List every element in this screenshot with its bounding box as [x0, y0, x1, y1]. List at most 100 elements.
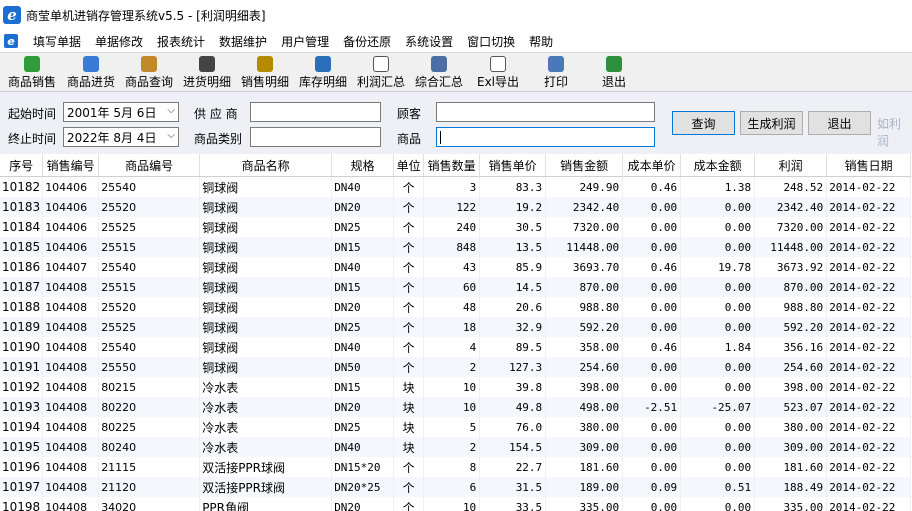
table-row[interactable]: 10186 104407 25540 铜球阀 DN40 个 43 85.9 3693.70 0.4… — [0, 257, 912, 277]
table-row[interactable]: 10191 104408 25550 铜球阀 DN50 个 2 127.3 254.60 0.00… — [0, 357, 912, 377]
table-cell: DN25 — [331, 317, 395, 337]
table-cell: 块 — [393, 377, 425, 397]
sales-button[interactable]: 商品销售 — [4, 54, 60, 90]
filter-exit-button[interactable]: 退出 — [808, 111, 871, 135]
customer-label: 顾客 — [397, 107, 422, 121]
column-header[interactable]: 成本金额 — [680, 154, 756, 177]
column-header[interactable]: 序号 — [0, 154, 44, 177]
column-header[interactable]: 销售日期 — [826, 154, 912, 177]
supplier-label: 供 应 商 — [194, 107, 238, 121]
warehouse-icon — [315, 56, 331, 72]
inventory-detail-button[interactable]: 库存明细 — [295, 54, 351, 90]
menu-help[interactable]: 帮助 — [522, 33, 560, 50]
menu-reports[interactable]: 报表统计 — [150, 33, 212, 50]
printer-icon — [548, 56, 564, 72]
column-header[interactable]: 销售金额 — [545, 154, 624, 177]
supplier-input[interactable] — [250, 102, 381, 122]
table-row[interactable]: 10193 104408 80220 冷水表 DN20 块 10 49.8 498.00 -2.5… — [0, 397, 912, 417]
column-header[interactable]: 销售数量 — [423, 154, 481, 177]
print-button[interactable]: 打印 — [528, 54, 584, 90]
table-cell: 0.00 — [622, 457, 682, 477]
column-header[interactable]: 商品编号 — [98, 154, 201, 177]
table-cell: 32.9 — [479, 317, 547, 337]
query-button[interactable]: 查询 — [672, 111, 735, 135]
table-cell: 10190 — [0, 337, 44, 357]
menu-user-management[interactable]: 用户管理 — [274, 33, 336, 50]
menu-backup-restore[interactable]: 备份还原 — [336, 33, 398, 50]
table-row[interactable]: 10183 104406 25520 铜球阀 DN20 个 122 19.2 2342.40 0.… — [0, 197, 912, 217]
profit-detail-table[interactable]: 序号 销售编号 商品编号 商品名称 规格 单位 销售数量 销售单价 销售金额 成… — [0, 154, 912, 511]
table-cell: 2014-02-22 — [826, 417, 912, 437]
column-header[interactable]: 销售编号 — [42, 154, 100, 177]
table-cell: 铜球阀 — [199, 217, 333, 237]
category-input[interactable] — [250, 127, 381, 147]
table-cell: 83.3 — [479, 176, 547, 197]
table-cell: 848 — [423, 237, 481, 257]
table-cell: 2014-02-22 — [826, 377, 912, 397]
table-cell: 块 — [393, 397, 425, 417]
column-header[interactable]: 单位 — [393, 154, 425, 177]
table-cell: 1.84 — [680, 337, 756, 357]
menu-system-settings[interactable]: 系统设置 — [398, 33, 460, 50]
table-row[interactable]: 10195 104408 80240 冷水表 DN40 块 2 154.5 309.00 0.00… — [0, 437, 912, 457]
start-date-picker[interactable]: 2001年 5月 6日 ⌵ — [63, 102, 179, 122]
table-row[interactable]: 10189 104408 25525 铜球阀 DN25 个 18 32.9 592.20 0.00… — [0, 317, 912, 337]
profit-summary-button[interactable]: 利润汇总 — [353, 54, 409, 90]
column-header[interactable]: 销售单价 — [479, 154, 547, 177]
menu-fill-form[interactable]: 填写单据 — [26, 33, 88, 50]
category-label: 商品类别 — [194, 132, 243, 146]
table-cell: DN15*20 — [331, 457, 395, 477]
chevron-down-icon[interactable]: ⌵ — [167, 130, 175, 141]
table-header: 序号 销售编号 商品编号 商品名称 规格 单位 销售数量 销售单价 销售金额 成… — [0, 154, 912, 177]
table-row[interactable]: 10194 104408 80225 冷水表 DN25 块 5 76.0 380.00 0.00 0… — [0, 417, 912, 437]
menu-data-maintenance[interactable]: 数据维护 — [212, 33, 274, 50]
end-date-picker[interactable]: 2022年 8月 4日 ⌵ — [63, 127, 179, 147]
table-row[interactable]: 10190 104408 25540 铜球阀 DN40 个 4 89.5 358.00 0.46 1… — [0, 337, 912, 357]
table-row[interactable]: 10188 104408 25520 铜球阀 DN20 个 48 20.6 988.80 0.00… — [0, 297, 912, 317]
overall-summary-button[interactable]: 综合汇总 — [411, 54, 467, 90]
table-cell: 2014-02-22 — [826, 297, 912, 317]
table-cell: 2014-02-22 — [826, 277, 912, 297]
column-header[interactable]: 成本单价 — [622, 154, 682, 177]
table-cell: 25520 — [98, 197, 201, 217]
product-input[interactable] — [436, 127, 655, 147]
table-cell: 25540 — [98, 176, 201, 197]
table-row[interactable]: 10187 104408 25515 铜球阀 DN15 个 60 14.5 870.00 0.00… — [0, 277, 912, 297]
sales-detail-button[interactable]: 销售明细 — [237, 54, 293, 90]
column-header[interactable]: 规格 — [331, 154, 395, 177]
purchase-button[interactable]: 商品进货 — [63, 54, 119, 90]
table-row[interactable]: 10197 104408 21120 双活接PPR球阀 DN20*25 个 6 31.5 189… — [0, 477, 912, 497]
exit-button[interactable]: 退出 — [586, 54, 642, 90]
customer-input[interactable] — [436, 102, 655, 122]
table-cell: 2014-02-22 — [826, 357, 912, 377]
chevron-down-icon[interactable]: ⌵ — [167, 105, 175, 116]
table-cell: 104408 — [42, 477, 100, 497]
table-row[interactable]: 10182 104406 25540 铜球阀 DN40 个 3 83.3 249.90 0.46 1… — [0, 176, 912, 197]
table-row[interactable]: 10184 104406 25525 铜球阀 DN25 个 240 30.5 7320.00 0.… — [0, 217, 912, 237]
table-cell: 个 — [393, 337, 425, 357]
column-header[interactable]: 利润 — [754, 154, 828, 177]
table-cell: DN20*25 — [331, 477, 395, 497]
table-cell: 13.5 — [479, 237, 547, 257]
table-row[interactable]: 10192 104408 80215 冷水表 DN15 块 10 39.8 398.00 0.00… — [0, 377, 912, 397]
film-list-icon — [199, 56, 215, 72]
table-cell: 592.20 — [754, 317, 828, 337]
table-cell: 49.8 — [479, 397, 547, 417]
table-row[interactable]: 10196 104408 21115 双活接PPR球阀 DN15*20 个 8 22.7 181… — [0, 457, 912, 477]
excel-export-button[interactable]: Exl导出 — [470, 54, 526, 90]
purchase-detail-button[interactable]: 进货明细 — [179, 54, 235, 90]
table-cell: 个 — [393, 277, 425, 297]
table-cell: 2014-02-22 — [826, 197, 912, 217]
table-cell: 10185 — [0, 237, 44, 257]
menu-edit-form[interactable]: 单据修改 — [88, 33, 150, 50]
product-query-button[interactable]: 商品查询 — [121, 54, 177, 90]
table-cell: 33.5 — [479, 497, 547, 511]
search-pen-icon — [141, 56, 157, 72]
table-row[interactable]: 10198 104408 34020 PPR角阀 DN20 个 10 33.5 335.00 0.… — [0, 497, 912, 511]
menu-window-switch[interactable]: 窗口切换 — [460, 33, 522, 50]
table-cell: 2014-02-22 — [826, 237, 912, 257]
column-header[interactable]: 商品名称 — [199, 154, 333, 177]
generate-profit-button[interactable]: 生成利润 — [740, 111, 803, 135]
table-row[interactable]: 10185 104406 25515 铜球阀 DN15 个 848 13.5 11448.00 0… — [0, 237, 912, 257]
mdi-child-icon[interactable]: e — [4, 34, 18, 48]
